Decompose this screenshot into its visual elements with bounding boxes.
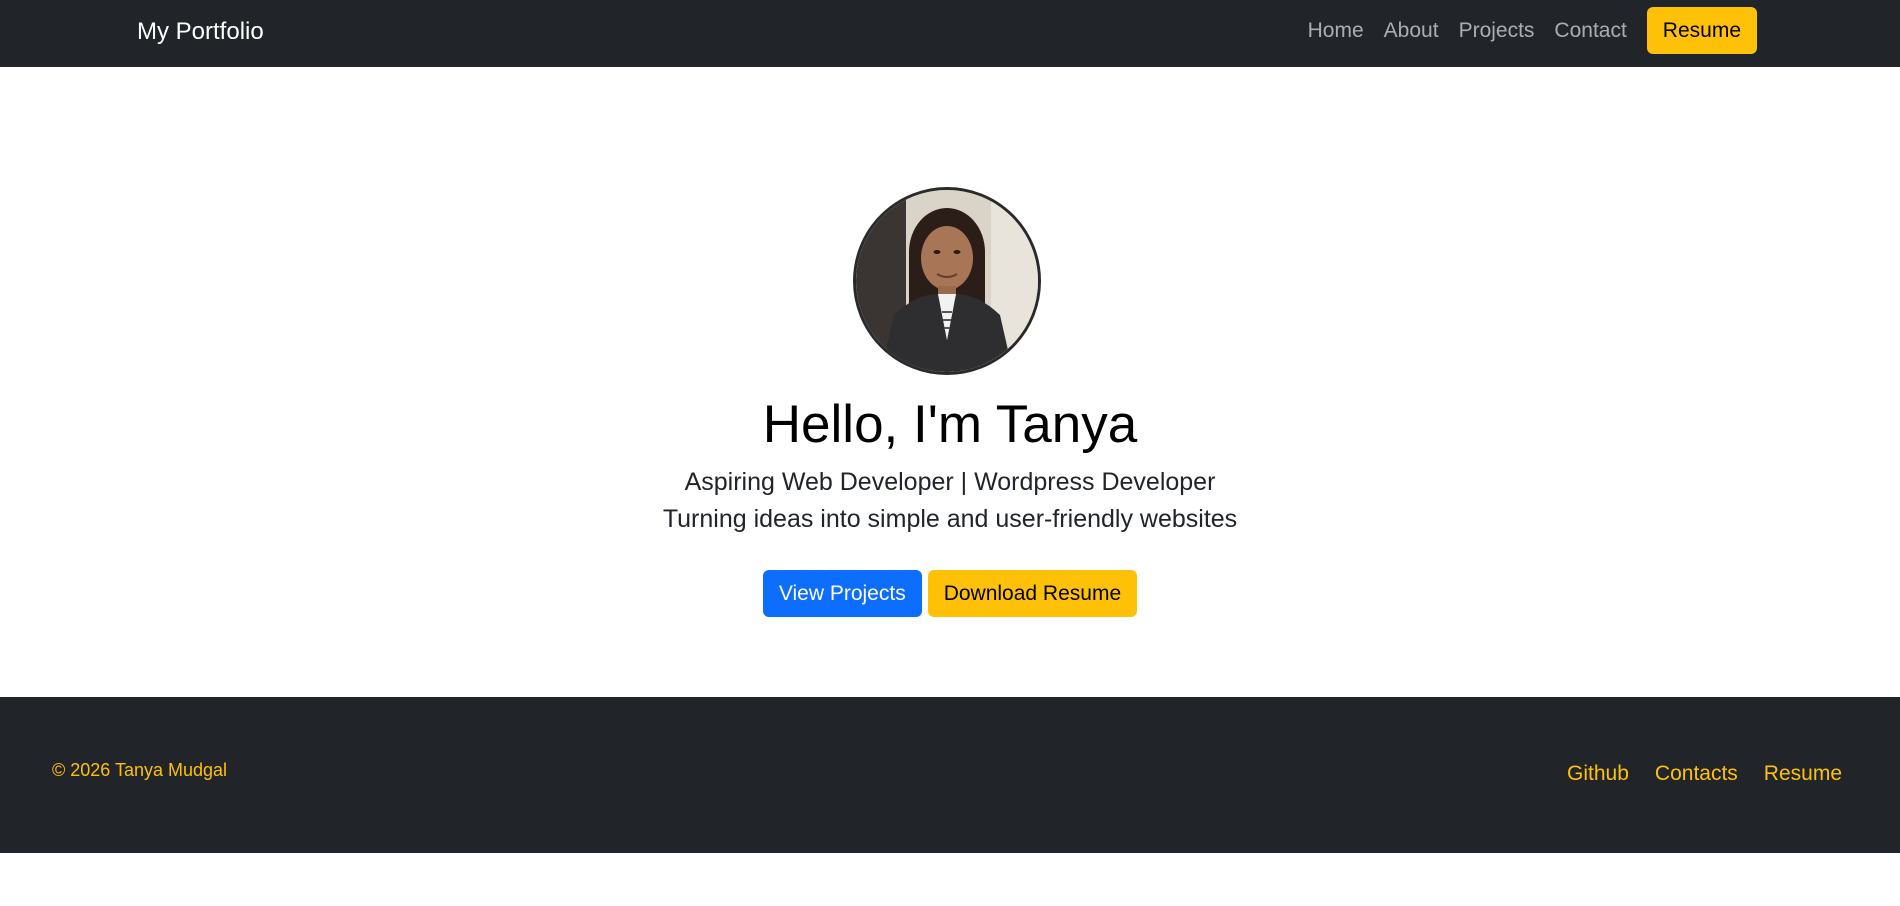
hero-buttons: View Projects Download Resume <box>0 570 1900 617</box>
nav-link-contact[interactable]: Contact <box>1554 7 1626 54</box>
footer-copyright: © 2026 Tanya Mudgal <box>52 760 228 780</box>
profile-photo-icon <box>856 190 1038 372</box>
profile-avatar <box>853 187 1041 375</box>
footer-link-github[interactable]: Github <box>1567 761 1629 787</box>
footer: © 2026 Tanya Mudgal Github Contacts Resu… <box>0 697 1900 853</box>
nav-link-projects[interactable]: Projects <box>1459 7 1535 54</box>
download-resume-button[interactable]: Download Resume <box>927 570 1138 617</box>
view-projects-button[interactable]: View Projects <box>762 570 922 617</box>
footer-link-contacts[interactable]: Contacts <box>1655 761 1738 787</box>
hero-title: Hello, I'm Tanya <box>762 395 1138 454</box>
footer-link-resume[interactable]: Resume <box>1764 761 1842 787</box>
hero-subtitle-tagline: Turning ideas into simple and user-frien… <box>662 505 1238 533</box>
navbar: My Portfolio Home About Projects Contact… <box>0 0 1900 67</box>
nav-link-home[interactable]: Home <box>1308 7 1364 54</box>
hero-section: Hello, I'm Tanya Aspiring Web Developer … <box>0 67 1900 697</box>
hero-subtitle-role: Aspiring Web Developer | Wordpress Devel… <box>684 468 1216 496</box>
nav-links: Home About Projects Contact Resume <box>1308 7 1757 54</box>
footer-links: Github Contacts Resume <box>1567 761 1842 787</box>
nav-link-about[interactable]: About <box>1384 7 1439 54</box>
brand-link[interactable]: My Portfolio <box>137 17 264 47</box>
nav-resume-button[interactable]: Resume <box>1646 7 1757 54</box>
